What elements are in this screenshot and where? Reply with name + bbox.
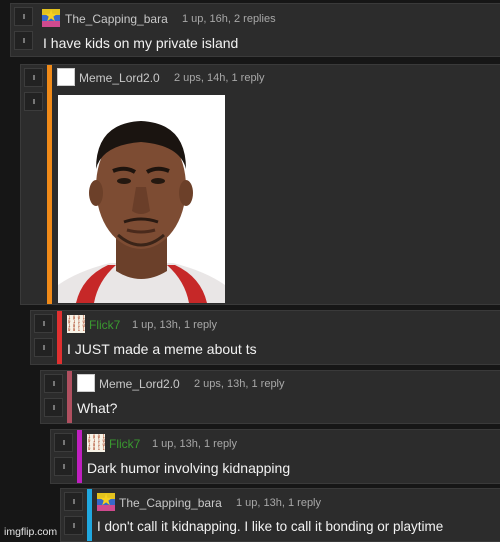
user-avatar[interactable]: 1 0 0 1 1 0 1 1 0 1 1 0 1 0 1 0 0 1 1 0 — [67, 315, 85, 333]
reply-indent-bar — [77, 430, 82, 483]
comment-meta: 2 ups, 14h, 1 reply — [174, 72, 265, 84]
upvote-button[interactable] — [64, 492, 83, 511]
comment-meta: 1 up, 13h, 1 reply — [236, 497, 322, 509]
downvote-button[interactable] — [34, 338, 53, 357]
reply-indent-bar — [47, 65, 52, 304]
username-link[interactable]: The_Capping_bara — [119, 496, 222, 510]
user-avatar[interactable]: ★ — [97, 493, 115, 511]
username-link[interactable]: Meme_Lord2.0 — [79, 71, 160, 85]
username-link[interactable]: Flick7 — [89, 318, 120, 332]
comment-text: I JUST made a meme about ts — [67, 341, 257, 357]
vote-controls — [51, 430, 77, 483]
upvote-button[interactable] — [34, 314, 53, 333]
comment-meta: 1 up, 13h, 1 reply — [132, 319, 218, 331]
user-avatar[interactable] — [77, 374, 95, 392]
downvote-button[interactable] — [44, 398, 63, 417]
comment: 1 0 0 1 1 0 1 1 0 1 1 0 1 0 1 0 0 1 1 0 … — [30, 310, 500, 365]
user-avatar[interactable]: ★ — [42, 9, 60, 27]
downvote-button[interactable] — [24, 92, 43, 111]
comment-text: What? — [77, 400, 118, 416]
username-link[interactable]: Flick7 — [109, 437, 140, 451]
comment-meta: 2 ups, 13h, 1 reply — [194, 378, 285, 390]
imgflip-watermark: imgflip.com — [4, 526, 58, 538]
username-link[interactable]: The_Capping_bara — [65, 12, 168, 26]
comment-text: I don't call it kidnapping. I like to ca… — [97, 519, 444, 534]
user-avatar[interactable] — [57, 68, 75, 86]
upvote-button[interactable] — [44, 374, 63, 393]
upvote-button[interactable] — [24, 68, 43, 87]
comment: Meme_Lord2.0 2 ups, 14h, 1 reply — [20, 64, 500, 305]
star-icon: ★ — [43, 9, 59, 25]
vote-controls — [61, 489, 87, 541]
vote-controls — [21, 65, 47, 304]
user-avatar[interactable]: 1 0 0 1 1 0 1 1 0 1 1 0 1 0 1 0 0 1 1 0 — [87, 434, 105, 452]
vote-controls — [11, 4, 37, 56]
star-icon: ★ — [98, 493, 114, 509]
username-link[interactable]: Meme_Lord2.0 — [99, 377, 180, 391]
downvote-button[interactable] — [54, 457, 73, 476]
vote-controls — [41, 371, 67, 423]
reply-indent-bar — [67, 371, 72, 423]
downvote-button[interactable] — [14, 31, 33, 50]
vote-controls — [31, 311, 57, 364]
upvote-button[interactable] — [54, 433, 73, 452]
downvote-button[interactable] — [64, 516, 83, 535]
comment-text: I have kids on my private island — [43, 35, 239, 51]
comment: 1 0 0 1 1 0 1 1 0 1 1 0 1 0 1 0 0 1 1 0 … — [50, 429, 500, 484]
reply-indent-bar — [57, 311, 62, 364]
headshot-photo[interactable] — [58, 95, 225, 303]
comment-meta: 1 up, 13h, 1 reply — [152, 438, 238, 450]
comment-text: Dark humor involving kidnapping — [87, 460, 291, 476]
comment: ★ The_Capping_bara 1 up, 16h, 2 replies … — [10, 3, 500, 57]
upvote-button[interactable] — [14, 7, 33, 26]
comment: Meme_Lord2.0 2 ups, 13h, 1 reply What? — [40, 370, 500, 424]
comment-meta: 1 up, 16h, 2 replies — [182, 13, 276, 25]
reply-indent-bar — [87, 489, 92, 541]
comment: ★ The_Capping_bara 1 up, 13h, 1 reply I … — [60, 488, 500, 542]
